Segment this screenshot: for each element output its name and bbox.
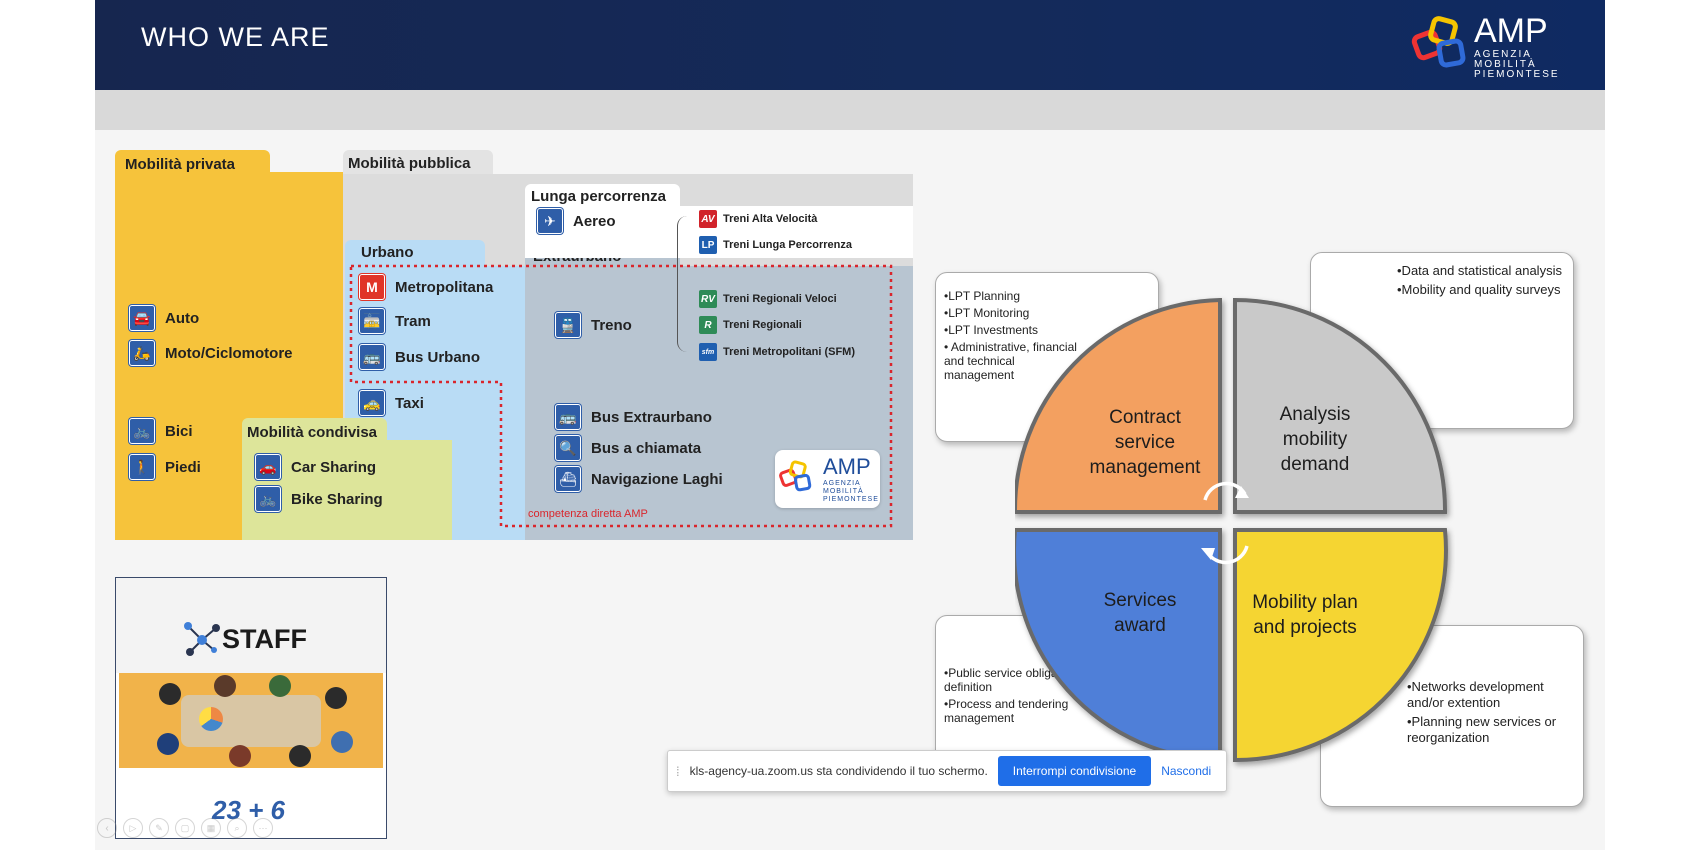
amp-logo-text: AMP — [1474, 12, 1548, 50]
pen-icon[interactable]: ✎ — [149, 818, 169, 838]
play-icon[interactable]: ▷ — [123, 818, 143, 838]
person-icon — [325, 687, 347, 709]
amp-logo-subtitle: AGENZIA MOBILITÀ PIEMONTESE — [1474, 50, 1560, 80]
zoom-share-bar: ⁞ kls-agency-ua.zoom.us sta condividendo… — [667, 750, 1227, 792]
slide-subheader-bar — [95, 90, 1605, 130]
hide-link[interactable]: Nascondi — [1161, 764, 1211, 778]
amp-logo-sub-line: PIEMONTESE — [1474, 69, 1560, 80]
pie-chart-icon — [199, 707, 223, 731]
mobility-map: Mobilità privata Mobilità pubblica Urban… — [115, 150, 915, 540]
more-icon[interactable]: ⋯ — [253, 818, 273, 838]
slides-icon[interactable]: ▢ — [175, 818, 195, 838]
person-icon — [331, 731, 353, 753]
quadrant-analysis-label: Analysis mobility demand — [1279, 404, 1351, 475]
staff-card: STAFF 23 + 6 — [115, 577, 387, 839]
person-icon — [159, 683, 181, 705]
amp-small-logo-text: AMP — [823, 454, 871, 479]
person-icon — [229, 745, 251, 767]
circle-diagram — [1015, 297, 1448, 763]
amp-small-logo-subtitle: AGENZIA MOBILITÀ PIEMONTESE — [823, 480, 879, 504]
info-bullet: •Data and statistical analysis — [1397, 263, 1562, 278]
person-icon — [157, 733, 179, 755]
staff-title: STAFF — [222, 624, 307, 654]
zoom-icon[interactable]: ⌕ — [227, 818, 247, 838]
amp-logo: AMP AGENZIA MOBILITÀ PIEMONTESE — [1410, 12, 1570, 82]
slide: WHO WE ARE AMP AGENZIA MOBILITÀ PIEMONTE… — [95, 0, 1605, 850]
person-icon — [269, 675, 291, 697]
quadrant-contract-label: Contract service management — [1089, 407, 1201, 478]
staff-illustration — [119, 673, 383, 768]
amp-small-logo-sub-line: PIEMONTESE — [823, 496, 879, 503]
quadrant-services — [1015, 528, 1222, 763]
amp-small-logo-mark-icon — [779, 460, 812, 492]
quadrant-mobility-plan-label: Mobility plan and projects — [1252, 592, 1358, 638]
person-icon — [214, 675, 236, 697]
amp-small-logo-sub-line: AGENZIA — [823, 480, 861, 487]
quadrant-mobility-plan — [1233, 528, 1448, 763]
prev-slide-icon[interactable]: ‹ — [97, 818, 117, 838]
competenza-label: competenza diretta AMP — [528, 508, 648, 520]
grid-icon[interactable]: ▦ — [201, 818, 221, 838]
share-message: kls-agency-ua.zoom.us sta condividendo i… — [689, 764, 988, 778]
slide-header: WHO WE ARE AMP AGENZIA MOBILITÀ PIEMONTE… — [95, 0, 1605, 90]
drag-handle-icon[interactable]: ⁞ — [676, 764, 680, 779]
amp-small-logo-sub-line: MOBILITÀ — [823, 488, 864, 495]
slide-nav-controls: ‹ ▷ ✎ ▢ ▦ ⌕ ⋯ — [97, 818, 273, 838]
person-icon — [289, 745, 311, 767]
slide-title: WHO WE ARE — [141, 22, 330, 52]
amp-small-logo: AMP AGENZIA MOBILITÀ PIEMONTESE — [775, 450, 880, 508]
amp-logo-mark-icon — [1411, 16, 1466, 68]
quadrant-services-label: Services award — [1103, 590, 1177, 636]
stop-sharing-button[interactable]: Interrompi condivisione — [997, 756, 1152, 786]
network-icon — [184, 622, 220, 656]
